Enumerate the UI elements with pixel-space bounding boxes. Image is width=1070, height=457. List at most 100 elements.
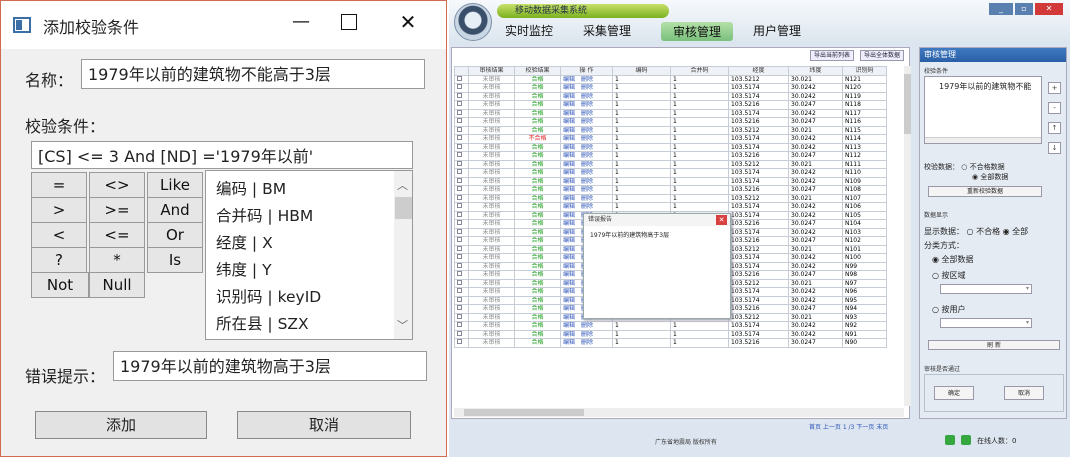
row-checkbox[interactable] xyxy=(454,236,469,246)
add-condition-icon[interactable]: + xyxy=(1048,82,1061,94)
tab-realtime[interactable]: 实时监控 xyxy=(505,22,553,39)
confirm-button[interactable]: 确定 xyxy=(934,386,974,400)
minimize-icon[interactable]: _ xyxy=(989,3,1013,15)
delete-link[interactable]: 删除 xyxy=(581,186,593,193)
edit-link[interactable]: 编辑 xyxy=(563,161,575,168)
table-row[interactable]: 未审核 合格 编辑 删除 1 1 103.5174 30.0242 N109 xyxy=(454,176,887,186)
edit-link[interactable]: 编辑 xyxy=(563,212,575,219)
row-checkbox[interactable] xyxy=(454,134,469,144)
edit-link[interactable]: 编辑 xyxy=(563,254,575,261)
delete-link[interactable]: 删除 xyxy=(581,178,593,185)
table-row[interactable]: 未审核 合格 编辑 删除 1 1 103.5174 30.0242 N119 xyxy=(454,91,887,101)
field-list[interactable]: ︿ ﹀ 编码 | BM 合并码 | HBM 经度 | X 纬度 | Y 识别码 | ke… xyxy=(205,170,413,340)
row-checkbox[interactable] xyxy=(454,74,469,84)
edit-link[interactable]: 编辑 xyxy=(563,144,575,151)
row-checkbox[interactable] xyxy=(454,91,469,101)
delete-link[interactable]: 删除 xyxy=(581,144,593,151)
row-checkbox[interactable] xyxy=(454,295,469,305)
table-row[interactable]: 未审核 合格 编辑 删除 1 1 103.5216 30.0247 N90 xyxy=(454,338,887,348)
edit-link[interactable]: 编辑 xyxy=(563,203,575,210)
move-up-icon[interactable]: ↑ xyxy=(1048,122,1061,134)
field-list-item[interactable]: 所在县 | SZX xyxy=(216,312,309,334)
field-list-item[interactable]: 编码 | BM xyxy=(216,177,286,199)
add-button[interactable]: 添加 xyxy=(35,411,207,439)
row-checkbox[interactable] xyxy=(454,168,469,178)
close-icon[interactable]: ✕ xyxy=(391,7,425,37)
table-row[interactable]: 未审核 合格 编辑 删除 1 1 103.5212 30.021 N121 xyxy=(454,74,887,84)
column-header[interactable]: 操 作 xyxy=(560,66,613,76)
export-all-button[interactable]: 导出全体数据 xyxy=(860,50,905,61)
row-checkbox[interactable] xyxy=(454,261,469,271)
cancel-button[interactable]: 取消 xyxy=(237,411,411,439)
row-checkbox[interactable] xyxy=(454,108,469,118)
row-checkbox[interactable] xyxy=(454,125,469,135)
edit-link[interactable]: 编辑 xyxy=(563,178,575,185)
condition-listbox[interactable]: 1979年以前的建筑物不能 xyxy=(924,76,1042,144)
scroll-down-icon[interactable]: ﹀ xyxy=(397,317,408,333)
condition-input[interactable]: [CS] <= 3 And [ND] ='1979年以前' xyxy=(31,141,413,169)
table-hscroll[interactable] xyxy=(454,408,904,417)
edit-link[interactable]: 编辑 xyxy=(563,339,575,346)
table-row[interactable]: 未审核 合格 编辑 删除 1 1 103.5212 30.021 N111 xyxy=(454,159,887,169)
edit-link[interactable]: 编辑 xyxy=(563,110,575,117)
tab-users[interactable]: 用户管理 xyxy=(753,22,801,39)
delete-link[interactable]: 删除 xyxy=(581,339,593,346)
delete-link[interactable]: 删除 xyxy=(581,135,593,142)
row-checkbox[interactable] xyxy=(454,193,469,203)
select-all-checkbox[interactable] xyxy=(454,66,469,76)
table-row[interactable]: 未审核 合格 编辑 删除 1 1 103.5216 30.0247 N108 xyxy=(454,185,887,195)
delete-link[interactable]: 删除 xyxy=(581,161,593,168)
keypad-gte-button[interactable]: >= xyxy=(89,197,145,223)
radio-by-area[interactable]: ○ xyxy=(932,271,942,280)
row-checkbox[interactable] xyxy=(454,176,469,186)
column-header[interactable]: 纬度 xyxy=(788,66,843,76)
row-checkbox[interactable] xyxy=(454,151,469,161)
back-button[interactable]: 取消 xyxy=(1004,386,1044,400)
listbox-hscroll[interactable] xyxy=(925,137,1041,143)
edit-link[interactable]: 编辑 xyxy=(563,152,575,159)
row-checkbox[interactable] xyxy=(454,321,469,331)
keypad-or-button[interactable]: Or xyxy=(147,222,203,248)
row-checkbox[interactable] xyxy=(454,329,469,339)
row-checkbox[interactable] xyxy=(454,117,469,127)
edit-link[interactable]: 编辑 xyxy=(563,229,575,236)
delete-link[interactable]: 删除 xyxy=(581,195,593,202)
column-header[interactable]: 经度 xyxy=(728,66,789,76)
user-select[interactable]: ▾ xyxy=(940,318,1032,328)
close-icon[interactable]: ✕ xyxy=(716,215,727,225)
pager[interactable]: 首页 上一页 1 /3 下一页 末页 xyxy=(809,422,888,431)
table-row[interactable]: 未审核 合格 编辑 删除 1 1 103.5216 30.0247 N112 xyxy=(454,151,887,161)
edit-link[interactable]: 编辑 xyxy=(563,135,575,142)
maximize-icon[interactable]: ▫ xyxy=(1015,3,1033,15)
scroll-up-icon[interactable]: ︿ xyxy=(397,177,408,193)
keypad-lt-button[interactable]: < xyxy=(31,222,87,248)
table-row[interactable]: 未审核 合格 编辑 删除 1 1 103.5174 30.0242 N113 xyxy=(454,142,887,152)
area-select[interactable]: ▾ xyxy=(940,284,1032,294)
keypad-and-button[interactable]: And xyxy=(147,197,203,223)
row-checkbox[interactable] xyxy=(454,219,469,229)
keypad-lte-button[interactable]: <= xyxy=(89,222,145,248)
delete-link[interactable]: 删除 xyxy=(581,101,593,108)
edit-link[interactable]: 编辑 xyxy=(563,169,575,176)
row-checkbox[interactable] xyxy=(454,227,469,237)
recheck-button[interactable]: 重新校验数据 xyxy=(928,186,1042,197)
condition-list-item[interactable]: 1979年以前的建筑物不能 xyxy=(939,81,1039,92)
table-vscroll[interactable] xyxy=(904,66,911,406)
column-header[interactable]: 合并码 xyxy=(670,66,729,76)
table-row[interactable]: 未审核 合格 编辑 删除 1 1 103.5174 30.0242 N106 xyxy=(454,202,887,212)
edit-link[interactable]: 编辑 xyxy=(563,220,575,227)
edit-link[interactable]: 编辑 xyxy=(563,314,575,321)
maximize-icon[interactable] xyxy=(341,14,357,30)
export-current-button[interactable]: 导出当前列表 xyxy=(810,50,855,61)
edit-link[interactable]: 编辑 xyxy=(563,271,575,278)
row-checkbox[interactable] xyxy=(454,142,469,152)
column-header[interactable]: 编码 xyxy=(612,66,671,76)
edit-link[interactable]: 编辑 xyxy=(563,246,575,253)
minimize-icon[interactable]: — xyxy=(286,7,316,37)
table-row[interactable]: 未审核 合格 编辑 删除 1 1 103.5174 30.0242 N92 xyxy=(454,321,887,331)
column-header[interactable]: 识别码 xyxy=(842,66,887,76)
field-list-item[interactable]: 纬度 | Y xyxy=(216,258,272,280)
table-row[interactable]: 未审核 合格 编辑 删除 1 1 103.5216 30.0247 N118 xyxy=(454,100,887,110)
row-checkbox[interactable] xyxy=(454,185,469,195)
edit-link[interactable]: 编辑 xyxy=(563,93,575,100)
